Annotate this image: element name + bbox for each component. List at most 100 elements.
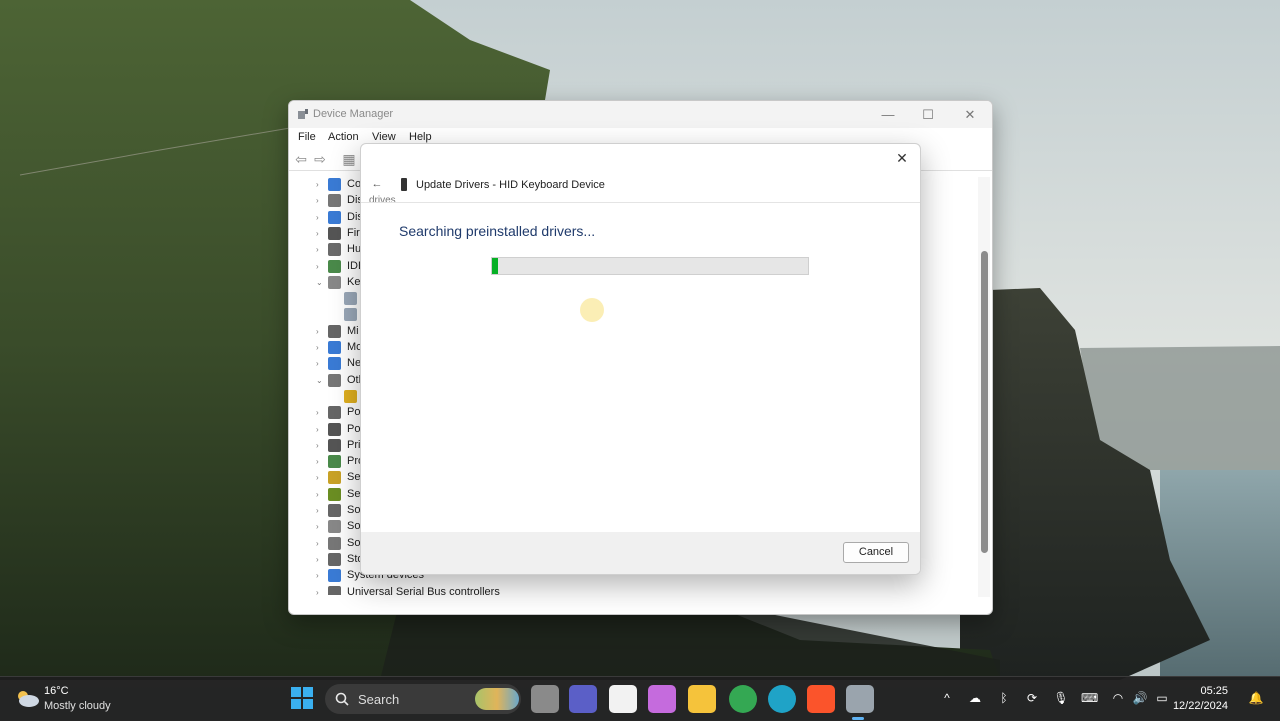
tree-row[interactable]: › Universal Serial Bus controllers xyxy=(291,585,977,596)
task-view-icon[interactable] xyxy=(531,685,559,713)
status-text: Searching preinstalled drivers... xyxy=(399,223,596,239)
chevron-right-icon[interactable]: › xyxy=(316,505,326,517)
properties-icon[interactable]: ▦ xyxy=(341,151,357,167)
chevron-right-icon[interactable]: › xyxy=(316,456,326,468)
chevron-down-icon[interactable]: ⌄ xyxy=(316,277,326,289)
file-explorer-icon[interactable] xyxy=(688,685,716,713)
device-category-icon xyxy=(328,471,341,485)
clock-time[interactable]: 05:25 xyxy=(1200,685,1228,697)
chevron-right-icon[interactable]: › xyxy=(316,407,326,419)
mouse-cursor-highlight xyxy=(580,298,604,322)
tree-label: Universal Serial Bus controllers xyxy=(347,585,500,596)
title-bar[interactable]: Device Manager — ☐ ✕ xyxy=(289,101,992,128)
search-icon xyxy=(335,692,349,706)
sync-icon[interactable]: ⟳ xyxy=(1024,690,1040,706)
microphone-icon[interactable]: 🎙 xyxy=(1053,690,1069,706)
close-button[interactable]: ✕ xyxy=(950,104,990,126)
device-category-icon xyxy=(328,504,341,517)
chrome-icon[interactable] xyxy=(729,685,757,713)
keyboard-icon[interactable]: ⌨ xyxy=(1081,690,1098,706)
device-category-icon xyxy=(328,487,341,501)
maximize-button[interactable]: ☐ xyxy=(908,104,948,126)
chevron-right-icon[interactable]: › xyxy=(316,261,326,273)
chevron-right-icon[interactable]: › xyxy=(316,472,326,484)
volume-icon[interactable]: 🔊 xyxy=(1132,690,1148,706)
device-category-icon xyxy=(328,194,341,208)
chevron-right-icon[interactable]: › xyxy=(316,228,326,240)
weather-temperature[interactable]: 16°C xyxy=(44,685,69,697)
chevron-right-icon[interactable]: › xyxy=(316,570,326,582)
microsoft-store-icon[interactable] xyxy=(609,685,637,713)
chevron-down-icon[interactable]: ⌄ xyxy=(316,375,326,387)
progress-bar xyxy=(491,257,809,275)
device-category-icon xyxy=(328,520,341,534)
chevron-right-icon[interactable]: › xyxy=(316,244,326,256)
back-arrow-icon: ← xyxy=(371,178,383,190)
copilot-icon[interactable] xyxy=(648,685,676,713)
cloudy-weather-icon[interactable] xyxy=(14,688,40,708)
clock-date[interactable]: 12/22/2024 xyxy=(1173,700,1228,712)
search-label: Search xyxy=(358,692,400,707)
device-category-icon xyxy=(328,438,341,452)
device-category-icon xyxy=(328,226,341,240)
menu-file[interactable]: File xyxy=(298,131,316,143)
onedrive-icon[interactable]: ☁ xyxy=(967,690,983,706)
tree-scrollbar[interactable] xyxy=(978,177,990,597)
chevron-right-icon[interactable]: › xyxy=(316,554,326,566)
chevron-right-icon[interactable]: › xyxy=(316,342,326,354)
chevron-right-icon[interactable]: › xyxy=(316,521,326,533)
edge-icon[interactable] xyxy=(768,685,796,713)
brave-icon[interactable] xyxy=(807,685,835,713)
tree-label: Hu xyxy=(347,243,362,256)
taskbar: 16°C Mostly cloudy Search ^ ☁ ᛒ ⟳ 🎙 ⌨ ◠ … xyxy=(0,676,1280,721)
chevron-right-icon[interactable]: › xyxy=(316,358,326,370)
chevron-right-icon[interactable]: › xyxy=(316,587,326,596)
device-category-icon xyxy=(344,292,357,306)
update-drivers-dialog: ✕ ← Update Drivers - HID Keyboard Device… xyxy=(360,143,921,575)
device-category-icon xyxy=(328,324,341,338)
back-arrow-icon[interactable]: ⇦ xyxy=(293,151,309,167)
search-highlight-image xyxy=(475,688,519,710)
close-icon: ✕ xyxy=(896,150,908,166)
wifi-icon[interactable]: ◠ xyxy=(1110,690,1126,706)
chevron-right-icon[interactable]: › xyxy=(316,440,326,452)
notification-bell-icon[interactable]: 🔔 xyxy=(1248,690,1264,706)
minimize-button[interactable]: — xyxy=(868,104,908,126)
battery-icon[interactable]: ▭ xyxy=(1154,690,1170,706)
tree-label: Co xyxy=(347,178,362,190)
device-category-icon xyxy=(344,389,357,403)
dialog-close-button[interactable]: ✕ xyxy=(890,147,914,169)
windows-start-icon[interactable] xyxy=(291,687,313,709)
chevron-right-icon[interactable]: › xyxy=(316,195,326,207)
device-category-icon xyxy=(328,552,341,566)
window-title: Device Manager xyxy=(313,108,394,120)
menu-view[interactable]: View xyxy=(372,131,396,143)
bluetooth-icon[interactable]: ᛒ xyxy=(996,690,1012,706)
chevron-right-icon[interactable]: › xyxy=(316,326,326,338)
menu-action[interactable]: Action xyxy=(328,131,359,143)
device-category-icon xyxy=(328,357,341,371)
chevron-right-icon[interactable]: › xyxy=(316,538,326,550)
maximize-icon: ☐ xyxy=(922,107,934,122)
menu-help[interactable]: Help xyxy=(409,131,432,143)
device-manager-icon[interactable] xyxy=(846,685,874,713)
teams-icon[interactable] xyxy=(569,685,597,713)
device-category-icon xyxy=(328,569,341,583)
forward-arrow-icon[interactable]: ⇨ xyxy=(312,151,328,167)
chevron-right-icon[interactable]: › xyxy=(316,489,326,501)
tree-label: Ne xyxy=(347,357,362,370)
show-hidden-icons-icon[interactable]: ^ xyxy=(939,690,955,706)
device-category-icon xyxy=(328,455,341,469)
weather-condition[interactable]: Mostly cloudy xyxy=(44,700,111,712)
chevron-right-icon[interactable]: › xyxy=(316,179,326,191)
cancel-button[interactable]: Cancel xyxy=(843,542,909,563)
minimize-icon: — xyxy=(881,107,895,122)
chevron-right-icon[interactable]: › xyxy=(316,212,326,224)
close-icon: ✕ xyxy=(964,107,976,122)
device-category-icon xyxy=(328,210,341,224)
taskbar-search[interactable]: Search xyxy=(325,684,521,714)
chevron-right-icon[interactable]: › xyxy=(316,424,326,436)
device-category-icon xyxy=(328,259,341,273)
scrollbar-thumb[interactable] xyxy=(981,251,988,553)
back-button[interactable]: ← xyxy=(370,177,384,191)
